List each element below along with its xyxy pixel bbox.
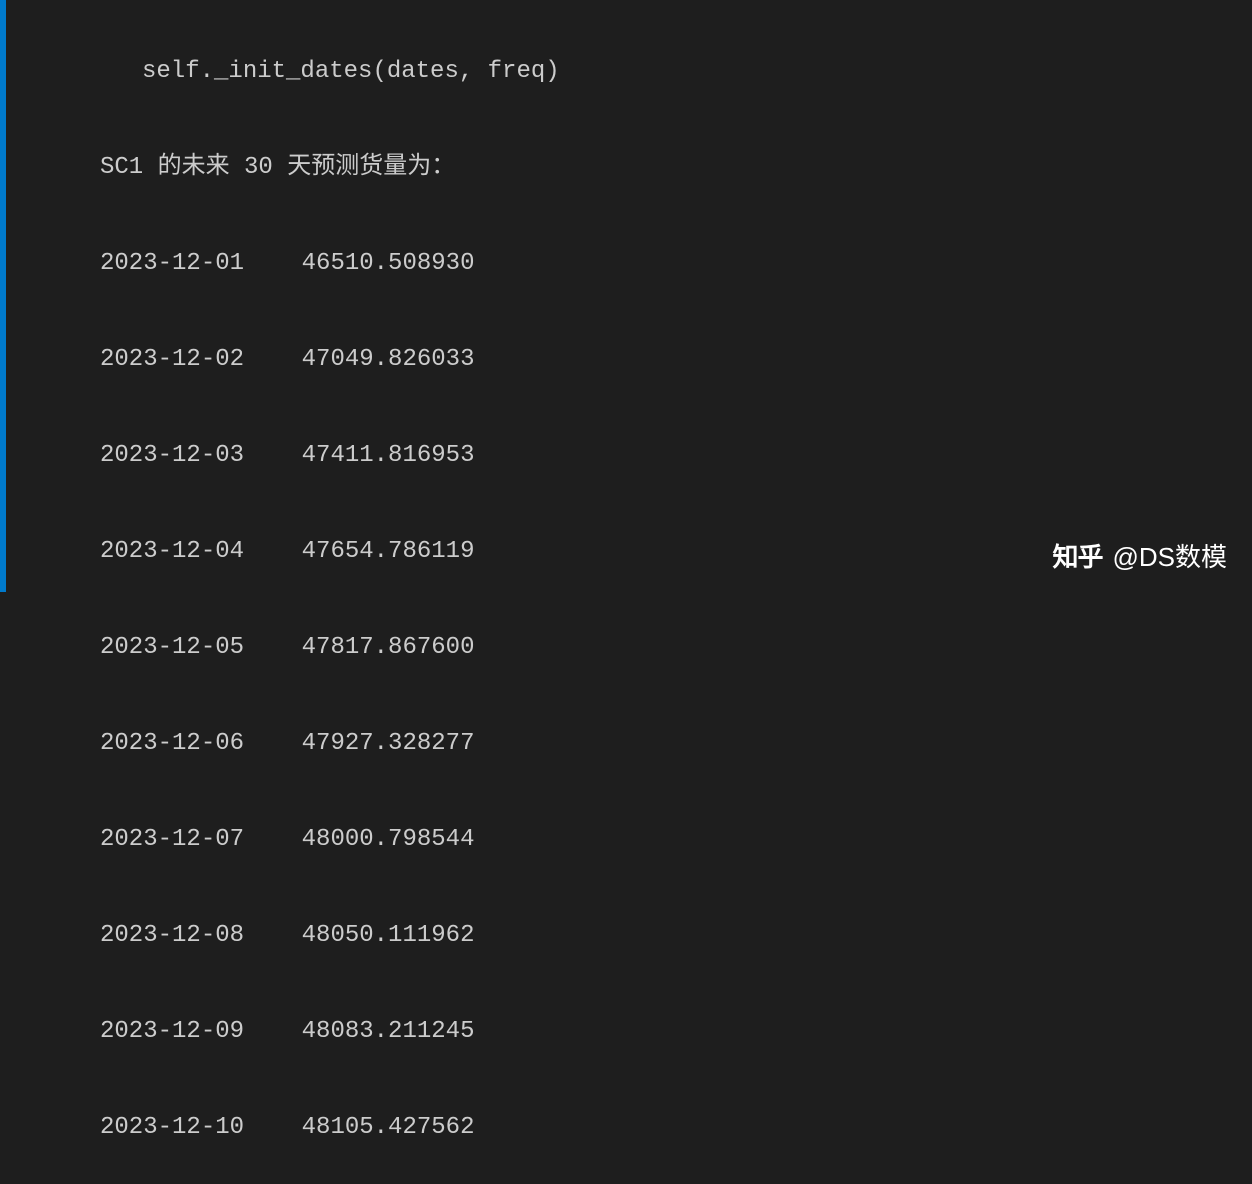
output-date: 2023-12-10 xyxy=(100,1114,244,1141)
output-value: 47654.786119 xyxy=(302,538,475,565)
watermark-author: @DS数模 xyxy=(1112,537,1227,574)
output-row: 2023-12-06 47927.328277 xyxy=(100,720,1252,768)
output-row: 2023-12-03 47411.816953 xyxy=(100,432,1252,480)
output-value: 48050.111962 xyxy=(302,922,475,949)
output-value: 47817.867600 xyxy=(302,634,475,661)
output-value: 47411.816953 xyxy=(302,442,475,469)
output-value: 47049.826033 xyxy=(302,346,475,373)
output-date: 2023-12-05 xyxy=(100,634,244,661)
output-header: SC1 的未来 30 天预测货量为： xyxy=(100,144,1252,192)
output-value: 48105.427562 xyxy=(302,1114,475,1141)
output-date: 2023-12-07 xyxy=(100,826,244,853)
output-date: 2023-12-06 xyxy=(100,730,244,757)
output-row: 2023-12-10 48105.427562 xyxy=(100,1104,1252,1152)
terminal-output: self._init_dates(dates, freq) SC1 的未来 30… xyxy=(0,0,1252,1184)
output-date: 2023-12-03 xyxy=(100,442,244,469)
output-date: 2023-12-09 xyxy=(100,1018,244,1045)
editor-accent-border xyxy=(0,0,6,592)
output-row: 2023-12-05 47817.867600 xyxy=(100,624,1252,672)
output-row: 2023-12-01 46510.508930 xyxy=(100,240,1252,288)
output-date: 2023-12-01 xyxy=(100,250,244,277)
output-date: 2023-12-02 xyxy=(100,346,244,373)
output-row: 2023-12-02 47049.826033 xyxy=(100,336,1252,384)
output-value: 47927.328277 xyxy=(302,730,475,757)
output-value: 46510.508930 xyxy=(302,250,475,277)
output-row: 2023-12-08 48050.111962 xyxy=(100,912,1252,960)
code-line: self._init_dates(dates, freq) xyxy=(100,48,1252,96)
output-row: 2023-12-07 48000.798544 xyxy=(100,816,1252,864)
output-value: 48083.211245 xyxy=(302,1018,475,1045)
output-row: 2023-12-09 48083.211245 xyxy=(100,1008,1252,1056)
output-date: 2023-12-08 xyxy=(100,922,244,949)
watermark: 知乎 @DS数模 xyxy=(1052,537,1227,574)
watermark-logo: 知乎 xyxy=(1052,537,1102,574)
output-date: 2023-12-04 xyxy=(100,538,244,565)
output-value: 48000.798544 xyxy=(302,826,475,853)
